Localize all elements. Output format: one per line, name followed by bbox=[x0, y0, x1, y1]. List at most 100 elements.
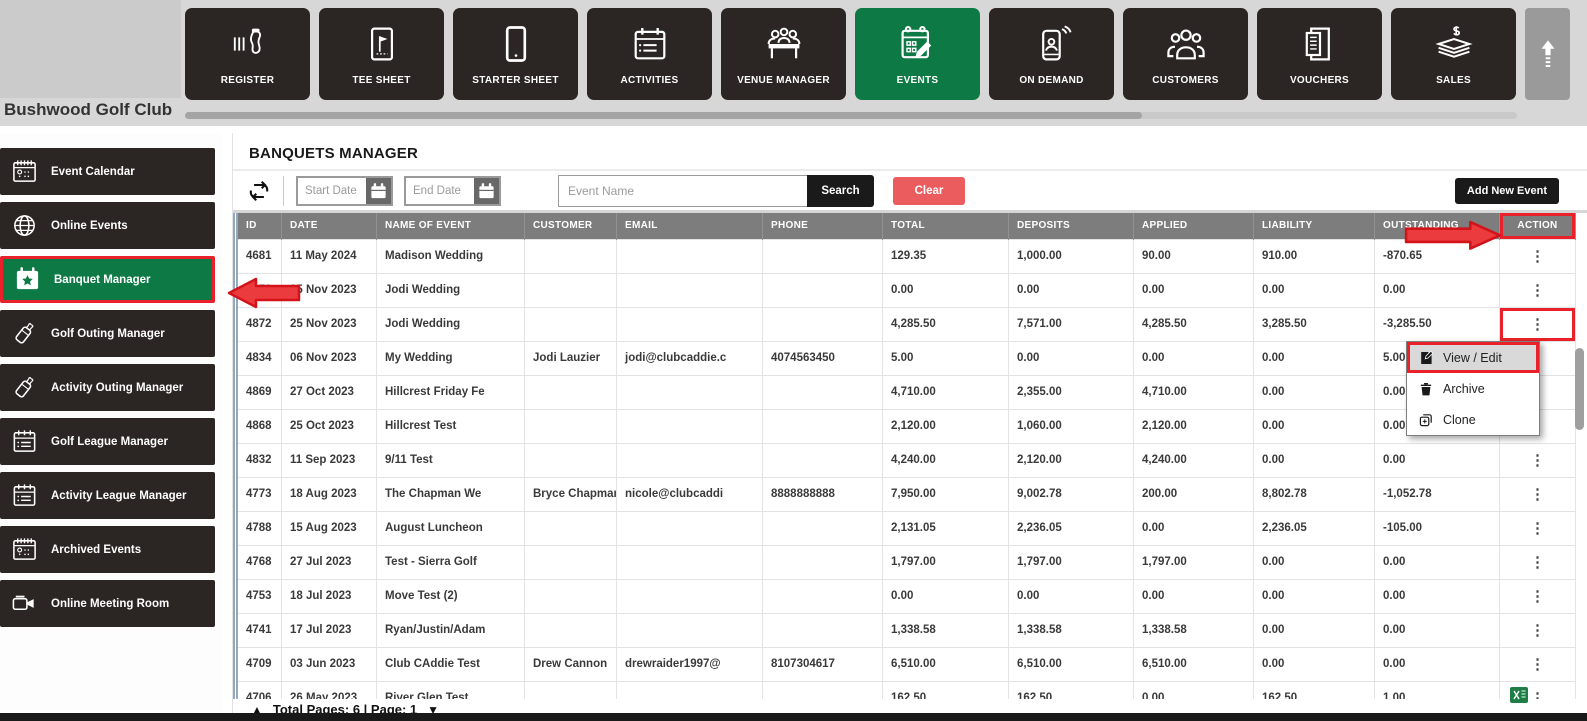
cell-phone bbox=[762, 578, 883, 614]
toolbar-button-vouchers[interactable]: VOUCHERS bbox=[1257, 8, 1382, 100]
row-actions-kebab-button[interactable]: ⋮ bbox=[1501, 478, 1575, 510]
search-button[interactable]: Search bbox=[807, 174, 874, 207]
edit-doc-icon bbox=[1418, 350, 1434, 366]
cell-date: 03 Jun 2023 bbox=[281, 646, 377, 682]
end-date-input[interactable] bbox=[406, 177, 474, 204]
cell-liability: 0.00 bbox=[1253, 272, 1375, 308]
row-actions-kebab-button[interactable]: ⋮ bbox=[1501, 240, 1575, 272]
cell-email: jodi@clubcaddie.c bbox=[616, 340, 763, 376]
cell-id: 4832 bbox=[235, 442, 282, 478]
tablet-icon bbox=[494, 22, 538, 66]
cell-id: 4768 bbox=[235, 544, 282, 580]
sidebar-item-activity-outing-manager[interactable]: Activity Outing Manager bbox=[0, 364, 215, 411]
row-actions-kebab-button[interactable]: ⋮ bbox=[1501, 308, 1575, 340]
cell-applied: 0.00 bbox=[1133, 510, 1254, 546]
toolbar-scrollbar-thumb[interactable] bbox=[185, 112, 1142, 119]
cell-action: ⋮ bbox=[1499, 646, 1576, 682]
cell-event-name: My Wedding bbox=[376, 340, 525, 376]
menu-item-clone[interactable]: Clone bbox=[1407, 404, 1539, 435]
sidebar-item-online-events[interactable]: Online Events bbox=[0, 202, 215, 249]
cell-total: 5.00 bbox=[882, 340, 1009, 376]
sidebar-item-golf-outing-manager[interactable]: Golf Outing Manager bbox=[0, 310, 215, 357]
collapse-toolbar-button[interactable] bbox=[1525, 8, 1570, 100]
start-date-calendar-button[interactable] bbox=[366, 177, 391, 204]
row-actions-kebab-button[interactable]: ⋮ bbox=[1501, 274, 1575, 306]
cell-action: ⋮ bbox=[1499, 612, 1576, 648]
table-row: 4788 15 Aug 2023 August Luncheon 2,131.0… bbox=[235, 510, 1576, 546]
cell-liability: 0.00 bbox=[1253, 544, 1375, 580]
toolbar-button-on-demand[interactable]: ON DEMAND bbox=[989, 8, 1114, 100]
cell-event-name: Club CAddie Test bbox=[376, 646, 525, 682]
export-excel-icon[interactable] bbox=[1509, 686, 1529, 704]
cell-liability: 0.00 bbox=[1253, 578, 1375, 614]
cell-liability: 0.00 bbox=[1253, 612, 1375, 648]
cell-event-name: Jodi Wedding bbox=[376, 306, 525, 342]
toolbar-button-activities[interactable]: ACTIVITIES bbox=[587, 8, 712, 100]
sidebar-item-golf-league-manager[interactable]: Golf League Manager bbox=[0, 418, 215, 465]
cell-deposits: 1,797.00 bbox=[1008, 544, 1134, 580]
row-actions-kebab-button[interactable]: ⋮ bbox=[1501, 444, 1575, 476]
sidebar-item-online-meeting-room[interactable]: Online Meeting Room bbox=[0, 580, 215, 627]
start-date-field bbox=[296, 175, 393, 206]
cell-customer: Drew Cannon bbox=[524, 646, 617, 682]
end-date-calendar-button[interactable] bbox=[474, 177, 499, 204]
page-down-icon[interactable]: ▼ bbox=[427, 701, 439, 713]
cell-outstanding: 0.00 bbox=[1374, 578, 1500, 614]
toolbar-button-starter-sheet[interactable]: STARTER SHEET bbox=[453, 8, 578, 100]
calendar-edit-icon bbox=[896, 22, 940, 66]
row-actions-kebab-button[interactable]: ⋮ bbox=[1501, 648, 1575, 680]
cell-id: 4741 bbox=[235, 612, 282, 648]
up-arrow-icon bbox=[1535, 39, 1561, 69]
cell-deposits: 2,236.05 bbox=[1008, 510, 1134, 546]
toolbar-button-register[interactable]: REGISTER bbox=[185, 8, 310, 100]
cell-customer bbox=[524, 238, 617, 274]
sidebar-item-event-calendar[interactable]: Event Calendar bbox=[0, 148, 215, 195]
cell-event-name: Ryan/Justin/Adam bbox=[376, 612, 525, 648]
toolbar-button-customers[interactable]: CUSTOMERS bbox=[1123, 8, 1248, 100]
cell-customer bbox=[524, 374, 617, 410]
cell-deposits: 0.00 bbox=[1008, 340, 1134, 376]
row-actions-kebab-button[interactable]: ⋮ bbox=[1501, 512, 1575, 544]
cell-total: 4,710.00 bbox=[882, 374, 1009, 410]
pagination-text: Total Pages: 6 | Page: 1 bbox=[272, 702, 418, 713]
cell-event-name: 9/11 Test bbox=[376, 442, 525, 478]
toolbar-button-tee-sheet[interactable]: TEE SHEET bbox=[319, 8, 444, 100]
toolbar-button-events[interactable]: EVENTS bbox=[855, 8, 980, 100]
row-actions-kebab-button[interactable]: ⋮ bbox=[1501, 546, 1575, 578]
cell-date: 18 Jul 2023 bbox=[281, 578, 377, 614]
cell-email bbox=[616, 510, 763, 546]
main-toolbar: REGISTER TEE SHEET STARTER SHEET ACTIVIT… bbox=[185, 8, 1516, 100]
cell-date: 17 Jul 2023 bbox=[281, 612, 377, 648]
cell-deposits: 0.00 bbox=[1008, 578, 1134, 614]
calendar-icon bbox=[369, 181, 388, 201]
table-row: 4869 27 Oct 2023 Hillcrest Friday Fe 4,7… bbox=[235, 374, 1576, 410]
page-up-icon[interactable]: ▲ bbox=[251, 701, 263, 713]
cell-total: 4,240.00 bbox=[882, 442, 1009, 478]
cell-phone: 8888888888 bbox=[762, 476, 883, 512]
refresh-button[interactable] bbox=[247, 179, 271, 203]
cell-phone bbox=[762, 238, 883, 274]
cell-applied: 1,797.00 bbox=[1133, 544, 1254, 580]
column-header-id: ID bbox=[235, 213, 282, 239]
sidebar-item-banquet-manager[interactable]: Banquet Manager bbox=[0, 256, 215, 303]
cell-applied: 0.00 bbox=[1133, 578, 1254, 614]
toolbar-button-sales[interactable]: SALES bbox=[1391, 8, 1516, 100]
event-name-input[interactable] bbox=[558, 174, 808, 207]
table-vertical-scrollbar[interactable] bbox=[1575, 348, 1584, 430]
toolbar-scrollbar[interactable] bbox=[185, 112, 1517, 119]
cell-email: nicole@clubcaddi bbox=[616, 476, 763, 512]
row-actions-kebab-button[interactable]: ⋮ bbox=[1501, 580, 1575, 612]
sidebar-item-activity-league-manager[interactable]: Activity League Manager bbox=[0, 472, 215, 519]
toolbar-button-venue-manager[interactable]: VENUE MANAGER bbox=[721, 8, 846, 100]
cell-id: 4872 bbox=[235, 306, 282, 342]
sidebar-item-archived-events[interactable]: Archived Events bbox=[0, 526, 215, 573]
clear-button[interactable]: Clear bbox=[893, 176, 965, 205]
cell-liability: 0.00 bbox=[1253, 646, 1375, 682]
start-date-input[interactable] bbox=[298, 177, 366, 204]
menu-item-view-edit[interactable]: View / Edit bbox=[1407, 342, 1539, 373]
menu-item-archive[interactable]: Archive bbox=[1407, 373, 1539, 404]
cell-deposits: 6,510.00 bbox=[1008, 646, 1134, 682]
add-new-event-button[interactable]: Add New Event bbox=[1454, 177, 1559, 204]
row-actions-kebab-button[interactable]: ⋮ bbox=[1501, 614, 1575, 646]
cell-id: 4709 bbox=[235, 646, 282, 682]
